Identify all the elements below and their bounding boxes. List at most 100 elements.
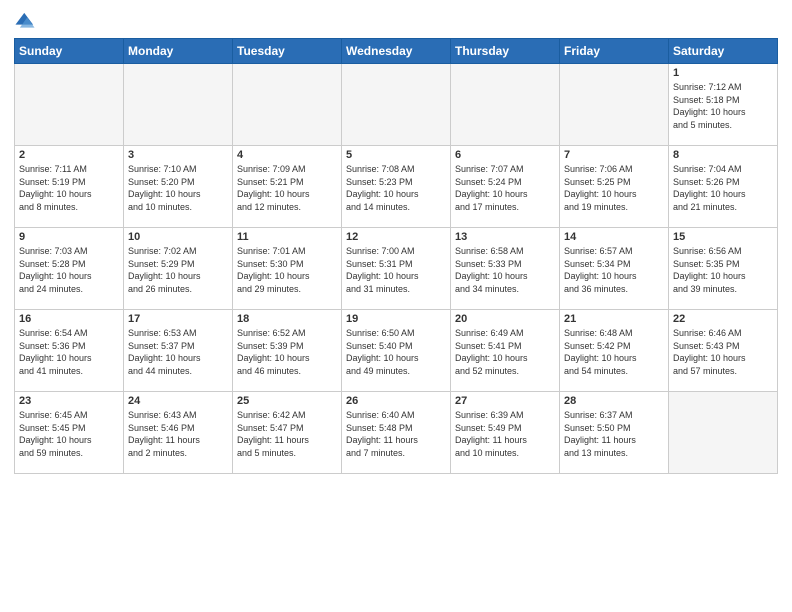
calendar-day: 10Sunrise: 7:02 AM Sunset: 5:29 PM Dayli…	[124, 228, 233, 310]
calendar-day: 21 Sunrise: 6:48 AM Sunset: 5:42 PM Dayli…	[560, 310, 669, 392]
calendar-day: 25 Sunrise: 6:42 AM Sunset: 5:47 PM Dayli…	[233, 392, 342, 474]
day-number: 5	[346, 149, 446, 161]
day-info: Sunrise: 6:56 AM Sunset: 5:35 PM Dayligh…	[673, 245, 773, 295]
calendar-day: 11 Sunrise: 7:01 AM Sunset: 5:30 PM Dayli…	[233, 228, 342, 310]
day-number: 12	[346, 231, 446, 243]
day-number: 13	[455, 231, 555, 243]
calendar-day: 20 Sunrise: 6:49 AM Sunset: 5:41 PM Dayli…	[451, 310, 560, 392]
day-number: 27	[455, 395, 555, 407]
day-number: 11	[237, 231, 337, 243]
calendar-day: 27 Sunrise: 6:39 AM Sunset: 5:49 PM Dayli…	[451, 392, 560, 474]
day-number: 6	[455, 149, 555, 161]
day-info: Sunrise: 6:52 AM Sunset: 5:39 PM Dayligh…	[237, 327, 337, 377]
logo-icon	[14, 10, 36, 32]
day-info: Sunrise: 6:42 AM Sunset: 5:47 PM Dayligh…	[237, 409, 337, 459]
calendar-day: 5 Sunrise: 7:08 AM Sunset: 5:23 PM Daylig…	[342, 146, 451, 228]
calendar-day: 16 Sunrise: 6:54 AM Sunset: 5:36 PM Dayli…	[15, 310, 124, 392]
day-info: Sunrise: 6:54 AM Sunset: 5:36 PM Dayligh…	[19, 327, 119, 377]
weekday-header-monday: Monday	[124, 39, 233, 64]
day-info: Sunrise: 6:50 AM Sunset: 5:40 PM Dayligh…	[346, 327, 446, 377]
day-info: Sunrise: 7:11 AM Sunset: 5:19 PM Dayligh…	[19, 163, 119, 213]
day-info: Sunrise: 7:04 AM Sunset: 5:26 PM Dayligh…	[673, 163, 773, 213]
day-number: 20	[455, 313, 555, 325]
day-number: 2	[19, 149, 119, 161]
day-number: 24	[128, 395, 228, 407]
logo	[14, 10, 40, 32]
day-info: Sunrise: 6:40 AM Sunset: 5:48 PM Dayligh…	[346, 409, 446, 459]
calendar-table: SundayMondayTuesdayWednesdayThursdayFrid…	[14, 38, 778, 474]
day-number: 18	[237, 313, 337, 325]
calendar-day: 26 Sunrise: 6:40 AM Sunset: 5:48 PM Dayli…	[342, 392, 451, 474]
calendar-header-row: SundayMondayTuesdayWednesdayThursdayFrid…	[15, 39, 778, 64]
calendar-week-4: 16 Sunrise: 6:54 AM Sunset: 5:36 PM Dayli…	[15, 310, 778, 392]
calendar-day	[15, 64, 124, 146]
calendar-week-3: 9 Sunrise: 7:03 AM Sunset: 5:28 PM Daylig…	[15, 228, 778, 310]
page-container: SundayMondayTuesdayWednesdayThursdayFrid…	[0, 0, 792, 612]
day-info: Sunrise: 6:57 AM Sunset: 5:34 PM Dayligh…	[564, 245, 664, 295]
day-number: 23	[19, 395, 119, 407]
calendar-day: 15 Sunrise: 6:56 AM Sunset: 5:35 PM Dayli…	[669, 228, 778, 310]
day-number: 7	[564, 149, 664, 161]
day-info: Sunrise: 7:12 AM Sunset: 5:18 PM Dayligh…	[673, 81, 773, 131]
day-info: Sunrise: 6:53 AM Sunset: 5:37 PM Dayligh…	[128, 327, 228, 377]
calendar-week-1: 1 Sunrise: 7:12 AM Sunset: 5:18 PM Daylig…	[15, 64, 778, 146]
day-number: 10	[128, 231, 228, 243]
day-info: Sunrise: 7:09 AM Sunset: 5:21 PM Dayligh…	[237, 163, 337, 213]
calendar-day: 1 Sunrise: 7:12 AM Sunset: 5:18 PM Daylig…	[669, 64, 778, 146]
calendar-day: 6 Sunrise: 7:07 AM Sunset: 5:24 PM Daylig…	[451, 146, 560, 228]
calendar-day	[233, 64, 342, 146]
calendar-day: 3 Sunrise: 7:10 AM Sunset: 5:20 PM Daylig…	[124, 146, 233, 228]
day-info: Sunrise: 6:48 AM Sunset: 5:42 PM Dayligh…	[564, 327, 664, 377]
calendar-day: 14Sunrise: 6:57 AM Sunset: 5:34 PM Dayli…	[560, 228, 669, 310]
day-number: 21	[564, 313, 664, 325]
day-number: 25	[237, 395, 337, 407]
calendar-day	[342, 64, 451, 146]
calendar-day: 23 Sunrise: 6:45 AM Sunset: 5:45 PM Dayli…	[15, 392, 124, 474]
day-info: Sunrise: 6:39 AM Sunset: 5:49 PM Dayligh…	[455, 409, 555, 459]
weekday-header-sunday: Sunday	[15, 39, 124, 64]
day-number: 19	[346, 313, 446, 325]
calendar-day: 2 Sunrise: 7:11 AM Sunset: 5:19 PM Daylig…	[15, 146, 124, 228]
calendar-day: 7 Sunrise: 7:06 AM Sunset: 5:25 PM Daylig…	[560, 146, 669, 228]
day-info: Sunrise: 6:37 AM Sunset: 5:50 PM Dayligh…	[564, 409, 664, 459]
calendar-day: 19 Sunrise: 6:50 AM Sunset: 5:40 PM Dayli…	[342, 310, 451, 392]
calendar-day: 24 Sunrise: 6:43 AM Sunset: 5:46 PM Dayli…	[124, 392, 233, 474]
day-info: Sunrise: 7:06 AM Sunset: 5:25 PM Dayligh…	[564, 163, 664, 213]
calendar-day	[124, 64, 233, 146]
weekday-header-thursday: Thursday	[451, 39, 560, 64]
calendar-day	[560, 64, 669, 146]
day-info: Sunrise: 7:10 AM Sunset: 5:20 PM Dayligh…	[128, 163, 228, 213]
day-info: Sunrise: 6:58 AM Sunset: 5:33 PM Dayligh…	[455, 245, 555, 295]
calendar-day: 8 Sunrise: 7:04 AM Sunset: 5:26 PM Daylig…	[669, 146, 778, 228]
day-info: Sunrise: 7:07 AM Sunset: 5:24 PM Dayligh…	[455, 163, 555, 213]
calendar-day	[451, 64, 560, 146]
day-number: 26	[346, 395, 446, 407]
day-number: 16	[19, 313, 119, 325]
calendar-day: 22 Sunrise: 6:46 AM Sunset: 5:43 PM Dayli…	[669, 310, 778, 392]
calendar-day	[669, 392, 778, 474]
day-number: 1	[673, 67, 773, 79]
calendar-week-2: 2 Sunrise: 7:11 AM Sunset: 5:19 PM Daylig…	[15, 146, 778, 228]
day-info: Sunrise: 6:49 AM Sunset: 5:41 PM Dayligh…	[455, 327, 555, 377]
calendar-day: 17Sunrise: 6:53 AM Sunset: 5:37 PM Dayli…	[124, 310, 233, 392]
day-number: 22	[673, 313, 773, 325]
day-info: Sunrise: 7:03 AM Sunset: 5:28 PM Dayligh…	[19, 245, 119, 295]
day-number: 15	[673, 231, 773, 243]
day-number: 8	[673, 149, 773, 161]
day-info: Sunrise: 7:08 AM Sunset: 5:23 PM Dayligh…	[346, 163, 446, 213]
day-number: 3	[128, 149, 228, 161]
day-info: Sunrise: 6:45 AM Sunset: 5:45 PM Dayligh…	[19, 409, 119, 459]
calendar-day: 9 Sunrise: 7:03 AM Sunset: 5:28 PM Daylig…	[15, 228, 124, 310]
calendar-day: 28 Sunrise: 6:37 AM Sunset: 5:50 PM Dayli…	[560, 392, 669, 474]
calendar-day: 13 Sunrise: 6:58 AM Sunset: 5:33 PM Dayli…	[451, 228, 560, 310]
day-info: Sunrise: 6:43 AM Sunset: 5:46 PM Dayligh…	[128, 409, 228, 459]
day-info: Sunrise: 7:01 AM Sunset: 5:30 PM Dayligh…	[237, 245, 337, 295]
day-info: Sunrise: 7:00 AM Sunset: 5:31 PM Dayligh…	[346, 245, 446, 295]
day-number: 9	[19, 231, 119, 243]
weekday-header-saturday: Saturday	[669, 39, 778, 64]
day-number: 28	[564, 395, 664, 407]
weekday-header-tuesday: Tuesday	[233, 39, 342, 64]
weekday-header-friday: Friday	[560, 39, 669, 64]
day-info: Sunrise: 6:46 AM Sunset: 5:43 PM Dayligh…	[673, 327, 773, 377]
calendar-day: 12 Sunrise: 7:00 AM Sunset: 5:31 PM Dayli…	[342, 228, 451, 310]
